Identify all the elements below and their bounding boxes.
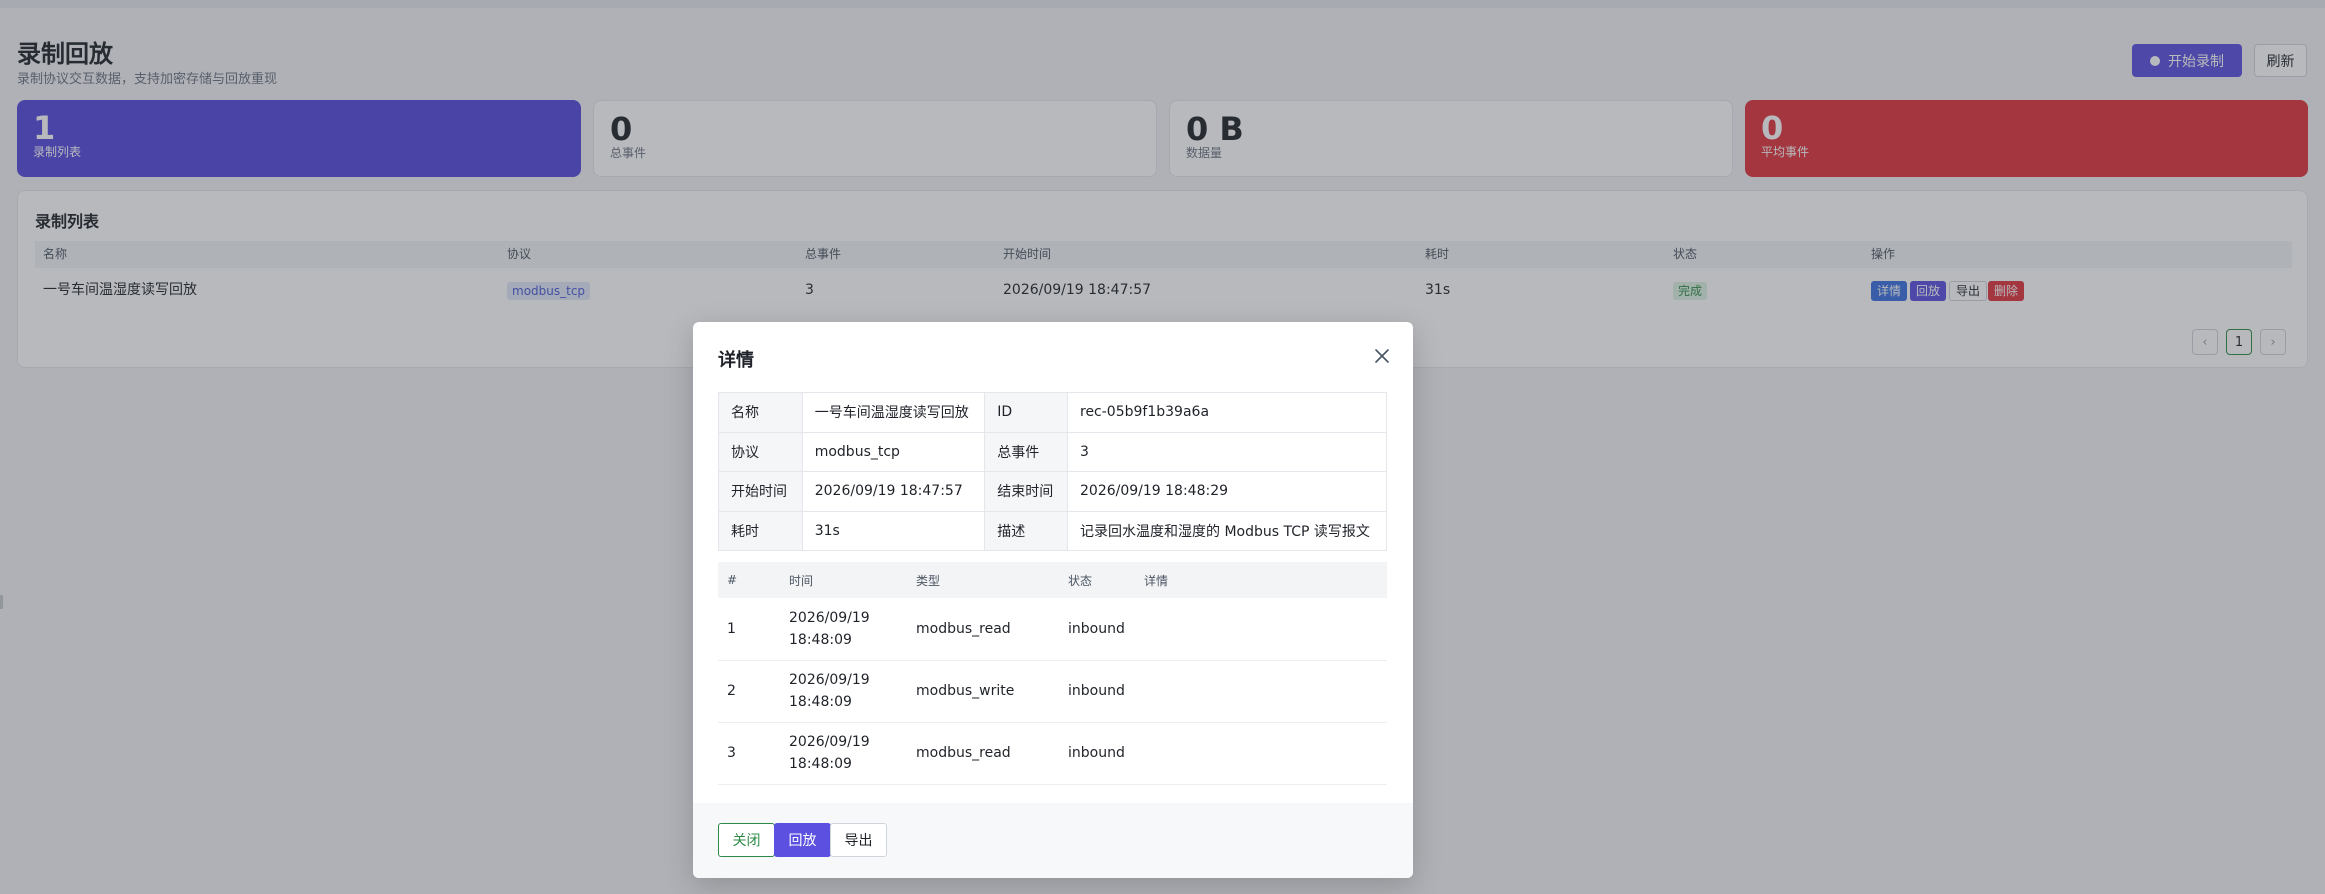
info-value-total-events: 3 xyxy=(1067,431,1387,472)
event-index: 3 xyxy=(718,722,780,785)
table-row[interactable]: 1 2026/09/19 18:48:09 modbus_read inbound xyxy=(718,598,1387,661)
modal-footer: 关闭 回放 导出 xyxy=(693,803,1413,878)
info-label: 开始时间 xyxy=(718,471,803,512)
info-label: ID xyxy=(984,392,1068,433)
info-label: 耗时 xyxy=(718,510,803,551)
info-label: 协议 xyxy=(718,431,803,472)
modal-title: 详情 xyxy=(718,350,754,371)
event-clock: 18:48:09 xyxy=(789,694,852,710)
event-detail xyxy=(1135,722,1387,785)
event-date: 2026/09/19 xyxy=(789,609,870,626)
event-date: 2026/09/19 xyxy=(789,734,870,750)
info-label: 结束时间 xyxy=(984,471,1068,512)
event-index: 2 xyxy=(718,660,780,723)
column-header-type: 类型 xyxy=(916,573,941,588)
table-row[interactable]: 3 2026/09/19 18:48:09 modbus_read inbound xyxy=(718,722,1387,785)
event-time: 2026/09/19 18:48:09 xyxy=(780,598,907,661)
info-value-name: 一号车间温湿度读写回放 xyxy=(801,392,986,433)
info-value-start-time: 2026/09/19 18:47:57 xyxy=(801,471,986,512)
table-row[interactable]: 2 2026/09/19 18:48:09 modbus_write inboun… xyxy=(718,660,1387,723)
column-header-index: # xyxy=(727,573,738,587)
event-detail xyxy=(1135,660,1387,723)
event-type: modbus_write xyxy=(907,660,1059,723)
event-detail xyxy=(1135,598,1387,661)
export-button[interactable]: 导出 xyxy=(830,823,887,857)
event-type: modbus_read xyxy=(907,598,1059,661)
event-date: 2026/09/19 xyxy=(789,672,870,688)
replay-button[interactable]: 回放 xyxy=(774,823,831,857)
column-header-time: 时间 xyxy=(789,573,814,588)
column-header-status: 状态 xyxy=(1068,573,1093,588)
info-value-description: 记录回水温度和湿度的 Modbus TCP 读写报文 xyxy=(1067,510,1387,551)
close-icon[interactable] xyxy=(1370,344,1394,368)
info-value-duration: 31s xyxy=(801,510,986,551)
info-label: 名称 xyxy=(718,392,803,433)
event-index: 1 xyxy=(718,598,780,661)
info-value-id: rec-05b9f1b39a6a xyxy=(1067,392,1387,433)
info-value-end-time: 2026/09/19 18:48:29 xyxy=(1067,471,1387,512)
close-button[interactable]: 关闭 xyxy=(718,823,775,857)
detail-modal: 详情 名称 一号车间温湿度读写回放 ID rec-05b9f1b39a6a 协议… xyxy=(693,322,1413,878)
event-status: inbound xyxy=(1059,722,1135,785)
events-table: # 时间 类型 状态 详情 1 2026/09/19 18:48:09 modbu… xyxy=(718,562,1387,785)
info-label: 描述 xyxy=(984,510,1068,551)
event-time: 2026/09/19 18:48:09 xyxy=(780,660,907,723)
event-clock: 18:48:09 xyxy=(789,756,852,772)
info-label: 总事件 xyxy=(984,431,1068,472)
event-status: inbound xyxy=(1059,660,1135,723)
recording-info-table: 名称 一号车间温湿度读写回放 ID rec-05b9f1b39a6a 协议 mo… xyxy=(718,392,1387,551)
info-value-protocol: modbus_tcp xyxy=(801,431,986,472)
event-clock: 18:48:09 xyxy=(789,631,852,648)
events-header-row: # 时间 类型 状态 详情 xyxy=(718,562,1387,598)
event-status: inbound xyxy=(1059,598,1135,661)
event-type: modbus_read xyxy=(907,722,1059,785)
event-time: 2026/09/19 18:48:09 xyxy=(780,722,907,785)
column-header-detail: 详情 xyxy=(1144,573,1169,588)
